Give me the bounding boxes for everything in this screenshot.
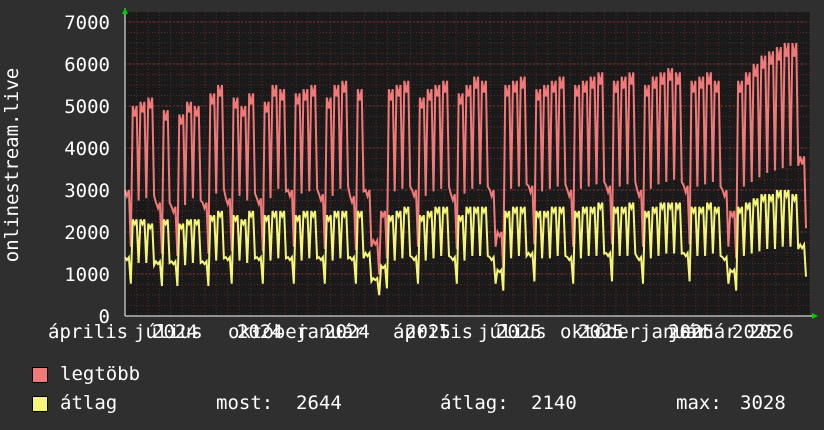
- x-tick-label: 2025: [578, 321, 624, 343]
- y-axis-label: onlinestream.live: [1, 68, 23, 262]
- legend-swatch-max: [32, 367, 48, 383]
- y-tick-label: 3000: [64, 180, 110, 202]
- y-tick-label: 6000: [64, 54, 110, 76]
- stat-max-value: 3028: [740, 392, 786, 414]
- stat-avg-label: átlag:: [440, 392, 509, 414]
- x-tick-label: január 2026: [668, 321, 794, 343]
- x-tick-label: 2024: [152, 321, 198, 343]
- x-tick-label: 2025: [405, 321, 451, 343]
- legend-stats: most: 2644 átlag: 2140 max: 3028: [0, 391, 824, 415]
- x-axis-arrow: [812, 313, 818, 319]
- x-tick-label: április: [48, 321, 128, 343]
- stat-max-label: max:: [676, 392, 722, 414]
- legend-label-max: legtöbb: [60, 363, 141, 385]
- y-axis-arrow: [122, 8, 128, 14]
- y-tick-label: 4000: [64, 138, 110, 160]
- stat-avg-value: 2140: [531, 392, 577, 414]
- stat-now-value: 2644: [296, 392, 342, 414]
- y-tick-label: 5000: [64, 96, 110, 118]
- stat-now-label: most:: [216, 392, 274, 414]
- line-chart: 01000200030004000500060007000onlinestrea…: [1, 8, 818, 343]
- y-tick-label: 7000: [64, 12, 110, 34]
- y-tick-label: 2000: [64, 222, 110, 244]
- x-tick-label: 2025: [496, 321, 542, 343]
- x-tick-label: 2024: [237, 321, 283, 343]
- x-tick-label: 2024: [324, 321, 370, 343]
- y-tick-label: 1000: [64, 264, 110, 286]
